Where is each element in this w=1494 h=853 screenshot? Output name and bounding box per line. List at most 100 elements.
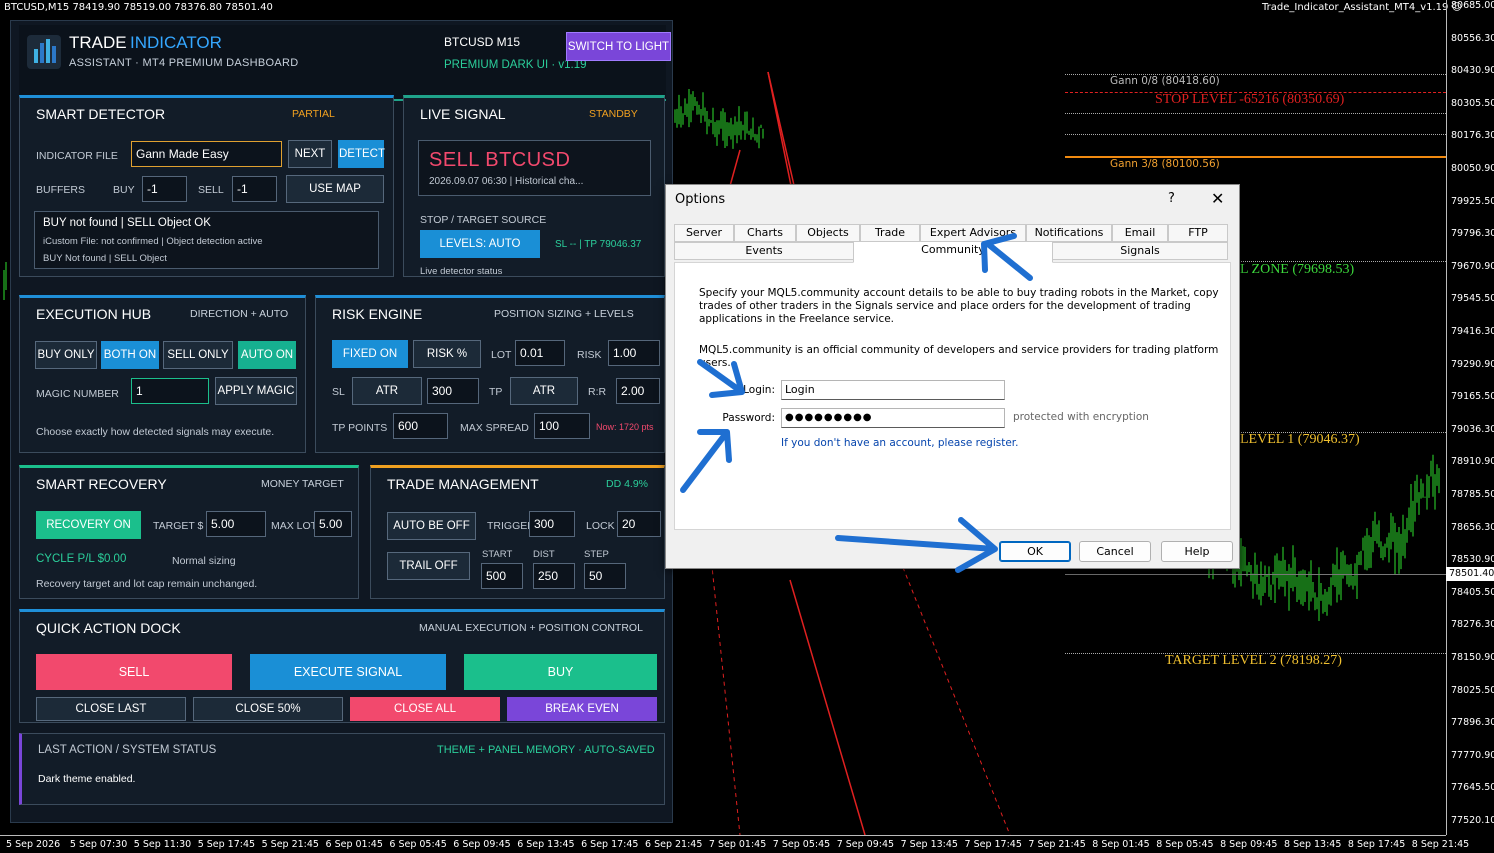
close-icon[interactable]: ✕ bbox=[1211, 189, 1224, 208]
quick-action-dock: QUICK ACTION DOCK MANUAL EXECUTION + POS… bbox=[19, 609, 665, 723]
close-half-button[interactable]: CLOSE 50% bbox=[193, 697, 343, 721]
status-message: Dark theme enabled. bbox=[38, 773, 136, 785]
risk-percent-button[interactable]: RISK % bbox=[413, 340, 481, 368]
buy-buffer-input[interactable]: -1 bbox=[142, 176, 187, 202]
price-tick-label: 77770.90 bbox=[1451, 749, 1494, 761]
time-tick-label: 6 Sep 05:45 bbox=[389, 839, 447, 850]
help-button[interactable]: Help bbox=[1161, 541, 1233, 562]
both-on-button[interactable]: BOTH ON bbox=[101, 341, 159, 369]
tab-expert-advisors[interactable]: Expert Advisors bbox=[920, 224, 1026, 242]
close-all-button[interactable]: CLOSE ALL bbox=[350, 697, 500, 721]
panel-title: RISK ENGINE bbox=[332, 306, 423, 322]
trigger-label: TRIGGER bbox=[487, 520, 535, 532]
time-tick-label: 6 Sep 17:45 bbox=[581, 839, 639, 850]
time-tick-label: 5 Sep 2026 bbox=[6, 839, 61, 850]
smart-detector-panel: SMART DETECTOR PARTIAL INDICATOR FILE Ga… bbox=[19, 95, 394, 277]
sl-input[interactable]: 300 bbox=[427, 378, 479, 404]
levels-auto-button[interactable]: LEVELS: AUTO bbox=[420, 230, 540, 258]
risk-input[interactable]: 1.00 bbox=[608, 340, 660, 366]
tab-signals[interactable]: Signals bbox=[1052, 242, 1228, 260]
buy-button[interactable]: BUY bbox=[464, 654, 657, 690]
risk-engine-panel: RISK ENGINE POSITION SIZING + LEVELS FIX… bbox=[315, 295, 665, 453]
panel-title: LIVE SIGNAL bbox=[420, 106, 506, 122]
sell-buffer-input[interactable]: -1 bbox=[232, 176, 277, 202]
price-axis[interactable]: 80685.00 80556.30 80430.90 80305.50 80176.30… bbox=[1446, 0, 1494, 835]
signal-state-badge: STANDBY bbox=[589, 108, 638, 120]
price-tick-label: 79925.50 bbox=[1451, 195, 1494, 207]
sell-only-button[interactable]: SELL ONLY bbox=[163, 341, 233, 369]
register-link[interactable]: If you don't have an account, please reg… bbox=[781, 437, 1081, 450]
sell-button[interactable]: SELL bbox=[36, 654, 232, 690]
step-input[interactable]: 50 bbox=[584, 563, 626, 589]
use-map-button[interactable]: USE MAP bbox=[286, 175, 384, 203]
execute-signal-button[interactable]: EXECUTE SIGNAL bbox=[250, 654, 446, 690]
tab-notifications[interactable]: Notifications bbox=[1026, 224, 1112, 242]
encryption-note: protected with encryption bbox=[1013, 411, 1149, 423]
time-tick-label: 7 Sep 09:45 bbox=[836, 839, 895, 850]
zone-label: L ZONE (79698.53) bbox=[1240, 262, 1355, 277]
indicator-file-input[interactable]: Gann Made Easy bbox=[131, 141, 282, 167]
recovery-tag: MONEY TARGET bbox=[261, 478, 344, 490]
cycle-pl: CYCLE P/L $0.00 bbox=[36, 553, 127, 565]
detector-status-sub1: iCustom File: not confirmed | Object det… bbox=[43, 236, 263, 247]
sl-mode-button[interactable]: ATR bbox=[352, 377, 422, 405]
buy-only-button[interactable]: BUY ONLY bbox=[35, 341, 97, 369]
target-2-label: TARGET LEVEL 2 (78198.27) bbox=[1165, 653, 1342, 668]
detector-state-badge: PARTIAL bbox=[292, 108, 335, 120]
time-tick-label: 7 Sep 17:45 bbox=[964, 839, 1022, 850]
lot-input[interactable]: 0.01 bbox=[515, 340, 565, 366]
ok-button[interactable]: OK bbox=[999, 541, 1071, 562]
trigger-input[interactable]: 300 bbox=[529, 511, 575, 537]
time-tick-label: 7 Sep 01:45 bbox=[708, 839, 767, 850]
detect-button[interactable]: DETECT bbox=[338, 140, 385, 168]
lock-input[interactable]: 20 bbox=[617, 511, 661, 537]
tab-events[interactable]: Events bbox=[674, 242, 854, 260]
time-tick-label: 7 Sep 05:45 bbox=[772, 839, 831, 850]
max-lot-input[interactable]: 5.00 bbox=[314, 511, 352, 537]
rr-input[interactable]: 2.00 bbox=[616, 378, 660, 404]
price-tick-label: 78276.30 bbox=[1451, 619, 1494, 631]
tab-community[interactable]: Community bbox=[853, 241, 1053, 263]
close-last-button[interactable]: CLOSE LAST bbox=[36, 697, 186, 721]
panel-title: SMART DETECTOR bbox=[36, 106, 166, 122]
help-icon[interactable]: ? bbox=[1168, 191, 1175, 206]
time-axis[interactable]: 5 Sep 2026 5 Sep 07:30 5 Sep 11:30 5 Sep 17… bbox=[0, 835, 1469, 853]
tab-charts[interactable]: Charts bbox=[734, 224, 796, 242]
indicator-file-label: INDICATOR FILE bbox=[36, 150, 118, 162]
auto-on-button[interactable]: AUTO ON bbox=[238, 341, 296, 369]
tab-trade[interactable]: Trade bbox=[860, 224, 920, 242]
time-tick-label: 8 Sep 21:45 bbox=[1411, 839, 1470, 850]
price-tick-label: 80305.50 bbox=[1451, 97, 1494, 109]
tp-mode-button[interactable]: ATR bbox=[510, 377, 578, 405]
fixed-on-button[interactable]: FIXED ON bbox=[332, 340, 408, 368]
time-tick-label: 5 Sep 17:45 bbox=[197, 839, 256, 850]
recovery-on-button[interactable]: RECOVERY ON bbox=[36, 511, 141, 539]
tab-server[interactable]: Server bbox=[674, 224, 734, 242]
next-button[interactable]: NEXT bbox=[288, 140, 332, 168]
cancel-button[interactable]: Cancel bbox=[1079, 541, 1151, 562]
price-tick-label: 80430.90 bbox=[1451, 65, 1494, 77]
max-spread-input[interactable]: 100 bbox=[534, 413, 590, 439]
password-input[interactable]: ●●●●●●●●● bbox=[781, 408, 1005, 428]
switch-theme-button[interactable]: SWITCH TO LIGHT bbox=[566, 32, 671, 61]
apply-magic-button[interactable]: APPLY MAGIC bbox=[215, 377, 297, 405]
price-tick-label: 80050.90 bbox=[1451, 163, 1494, 174]
tab-ftp[interactable]: FTP bbox=[1168, 224, 1228, 242]
tab-objects[interactable]: Objects bbox=[796, 224, 860, 242]
login-input[interactable]: Login bbox=[781, 380, 1005, 400]
target-label: TARGET $ bbox=[153, 520, 204, 532]
start-input[interactable]: 500 bbox=[481, 563, 523, 589]
trail-button[interactable]: TRAIL OFF bbox=[387, 552, 470, 580]
time-tick-label: 6 Sep 01:45 bbox=[325, 839, 383, 850]
time-tick-label: 8 Sep 05:45 bbox=[1156, 839, 1214, 850]
price-tick-label: 78530.90 bbox=[1451, 554, 1494, 566]
auto-be-button[interactable]: AUTO BE OFF bbox=[387, 512, 476, 540]
tab-email[interactable]: Email bbox=[1112, 224, 1168, 242]
trade-indicator-dashboard: TRADE INDICATOR ASSISTANT · MT4 PREMIUM … bbox=[10, 20, 673, 823]
dist-input[interactable]: 250 bbox=[533, 563, 575, 589]
break-even-button[interactable]: BREAK EVEN bbox=[507, 697, 657, 721]
price-tick-label: 79545.50 bbox=[1451, 293, 1494, 305]
magic-number-input[interactable]: 1 bbox=[131, 378, 209, 404]
tp-points-input[interactable]: 600 bbox=[393, 413, 448, 439]
target-input[interactable]: 5.00 bbox=[206, 511, 266, 537]
